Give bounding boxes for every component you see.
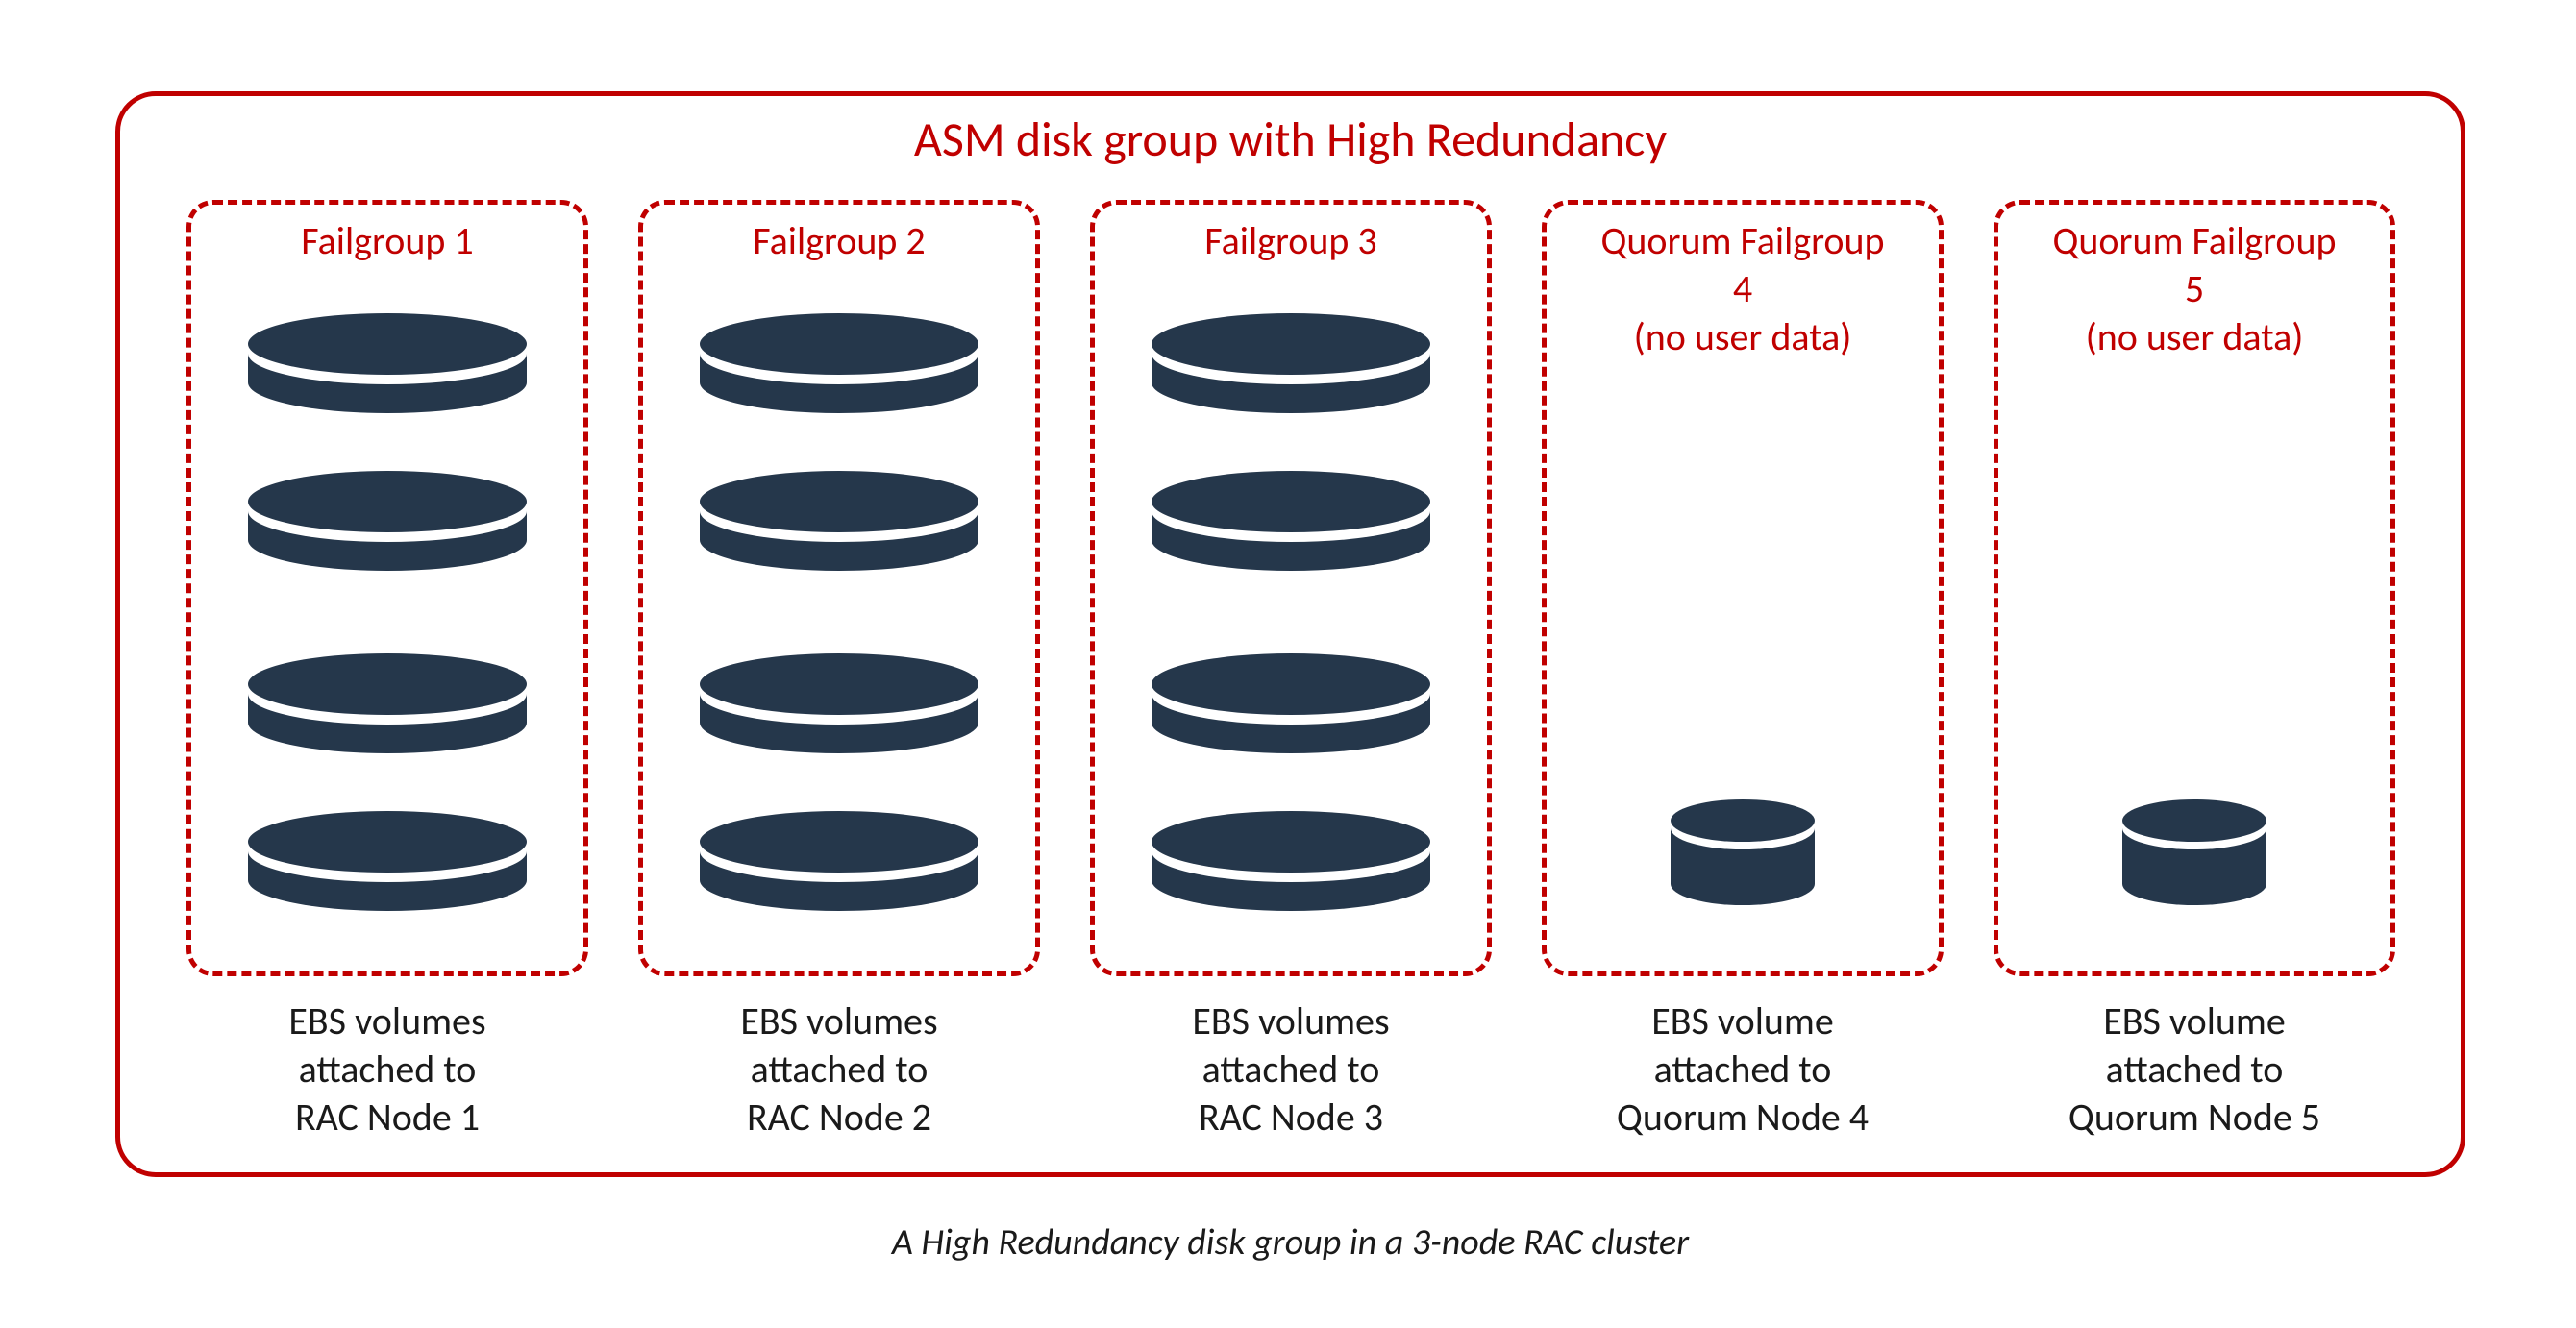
- disk-icon: [2122, 799, 2266, 905]
- disk-icon: [248, 653, 527, 753]
- disk-icon: [248, 811, 527, 911]
- caption-line: EBS volumes: [740, 997, 937, 1045]
- caption-line: attached to: [1202, 1045, 1380, 1093]
- failgroup-2-title: Failgroup 2: [638, 217, 1040, 265]
- quorum-5-number: 5: [2185, 265, 2204, 312]
- caption-line: Quorum Node 4: [1617, 1094, 1869, 1141]
- quorum-failgroup-5-title: Quorum Failgroup 5 (no user data): [1994, 217, 2395, 361]
- quorum-4-number: 4: [1733, 265, 1752, 312]
- asm-disk-group-title: ASM disk group with High Redundancy: [115, 111, 2465, 169]
- disk-icon: [1152, 471, 1430, 571]
- quorum-4-title-text: Quorum Failgroup: [1600, 217, 1884, 264]
- caption-line: attached to: [1654, 1045, 1832, 1093]
- caption-line: Quorum Node 5: [2068, 1094, 2320, 1141]
- disk-icon: [700, 653, 978, 753]
- quorum-4-note: (no user data): [1634, 313, 1852, 360]
- caption-line: EBS volume: [1651, 997, 1834, 1045]
- disk-icon: [248, 471, 527, 571]
- disk-icon: [1152, 313, 1430, 413]
- disk-icon: [1152, 653, 1430, 753]
- failgroup-3-title-text: Failgroup 3: [1204, 217, 1376, 264]
- quorum-failgroup-5-caption: EBS volume attached to Quorum Node 5: [1994, 997, 2395, 1142]
- quorum-5-title-text: Quorum Failgroup: [2052, 217, 2336, 264]
- caption-line: EBS volumes: [288, 997, 485, 1045]
- failgroup-1-caption: EBS volumes attached to RAC Node 1: [186, 997, 588, 1142]
- caption-line: attached to: [2106, 1045, 2284, 1093]
- caption-line: RAC Node 3: [1199, 1094, 1383, 1141]
- failgroup-1-title: Failgroup 1: [186, 217, 588, 265]
- disk-icon: [700, 471, 978, 571]
- caption-line: EBS volumes: [1192, 997, 1389, 1045]
- failgroup-3-caption: EBS volumes attached to RAC Node 3: [1090, 997, 1492, 1142]
- disk-icon: [1152, 811, 1430, 911]
- disk-icon: [700, 313, 978, 413]
- quorum-failgroup-4-caption: EBS volume attached to Quorum Node 4: [1542, 997, 1944, 1142]
- diagram-canvas: { "colors": { "accent": "#c00000", "disk…: [0, 0, 2576, 1328]
- caption-line: attached to: [751, 1045, 929, 1093]
- failgroup-3-title: Failgroup 3: [1090, 217, 1492, 265]
- caption-line: RAC Node 2: [747, 1094, 931, 1141]
- disk-icon: [700, 811, 978, 911]
- figure-caption: A High Redundancy disk group in a 3-node…: [115, 1220, 2465, 1265]
- quorum-failgroup-4-title: Quorum Failgroup 4 (no user data): [1542, 217, 1944, 361]
- quorum-5-note: (no user data): [2086, 313, 2304, 360]
- caption-line: attached to: [299, 1045, 477, 1093]
- failgroup-2-title-text: Failgroup 2: [753, 217, 925, 264]
- failgroup-2-caption: EBS volumes attached to RAC Node 2: [638, 997, 1040, 1142]
- caption-line: EBS volume: [2103, 997, 2286, 1045]
- disk-icon: [1671, 799, 1815, 905]
- disk-icon: [248, 313, 527, 413]
- failgroup-1-title-text: Failgroup 1: [301, 217, 473, 264]
- caption-line: RAC Node 1: [295, 1094, 480, 1141]
